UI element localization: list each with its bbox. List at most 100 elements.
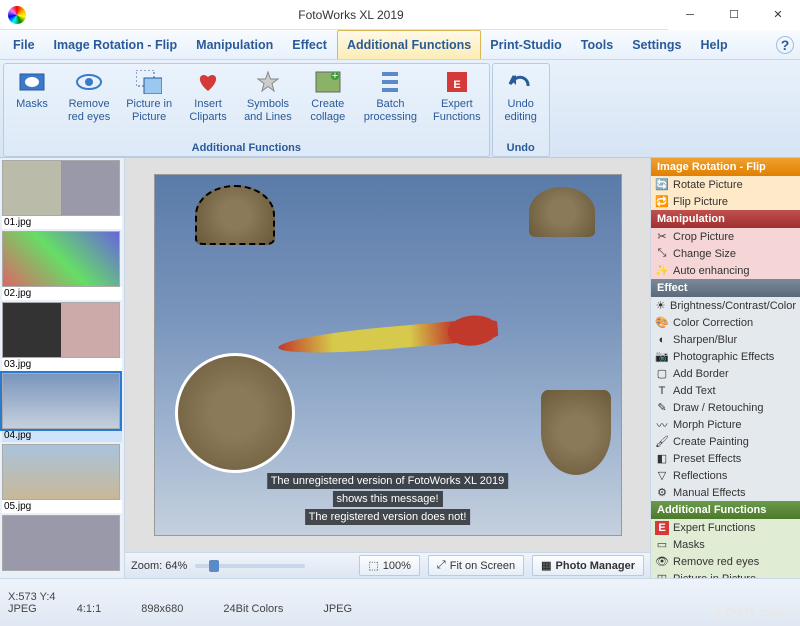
statusbar: X:573 Y:4 JPEG 4:1:1 898x680 24Bit Color… xyxy=(0,578,800,626)
status-format2: JPEG xyxy=(323,603,352,615)
undo-icon xyxy=(507,68,535,96)
star-icon xyxy=(254,68,282,96)
ribbon-group-label: Additional Functions xyxy=(4,140,489,156)
panel-item[interactable]: 〰Morph Picture xyxy=(651,416,800,433)
panel-item[interactable]: ▽Reflections xyxy=(651,467,800,484)
inserted-object[interactable] xyxy=(541,390,611,475)
minimize-button[interactable]: ─ xyxy=(668,0,712,30)
photo-manager-button[interactable]: ▦Photo Manager xyxy=(532,555,644,576)
camera-icon: 📷 xyxy=(655,350,669,364)
titlebar: FotoWorks XL 2019 ─ ☐ ✕ xyxy=(0,0,800,30)
panel-item[interactable]: ◧Preset Effects xyxy=(651,450,800,467)
picture-in-picture-button[interactable]: Picture in Picture xyxy=(118,64,180,140)
menu-help[interactable]: Help xyxy=(692,30,738,59)
status-dimensions: 898x680 xyxy=(141,603,183,615)
manual-icon: ⚙ xyxy=(655,486,669,500)
panel-item[interactable]: 👁Remove red eyes xyxy=(651,553,800,570)
help-icon[interactable]: ? xyxy=(776,36,794,54)
menu-effect[interactable]: Effect xyxy=(283,30,337,59)
pencil-icon: ✎ xyxy=(655,401,669,415)
panel-item[interactable]: ◫Picture in Picture xyxy=(651,570,800,578)
fit-icon: ⤢ xyxy=(437,559,446,572)
menu-image-rotation[interactable]: Image Rotation - Flip xyxy=(45,30,188,59)
morph-icon: 〰 xyxy=(655,418,669,432)
menu-settings[interactable]: Settings xyxy=(623,30,691,59)
status-color-depth: 24Bit Colors xyxy=(223,603,283,615)
panel-item[interactable]: ✂Crop Picture xyxy=(651,228,800,245)
function-panel: Image Rotation - Flip 🔄Rotate Picture 🔁F… xyxy=(650,158,800,578)
thumbnail-item[interactable]: 05.jpg xyxy=(2,444,122,513)
expert-functions-button[interactable]: EExpert Functions xyxy=(425,64,489,140)
masks-button[interactable]: Masks xyxy=(4,64,60,140)
text-icon: T xyxy=(655,384,669,398)
reflect-icon: ▽ xyxy=(655,469,669,483)
brush-icon: 🖌 xyxy=(655,435,669,449)
pip-icon xyxy=(135,68,163,96)
zoom-label: Zoom: 64% xyxy=(131,560,187,572)
panel-item[interactable]: ✨Auto enhancing xyxy=(651,262,800,279)
panel-item[interactable]: ▢Add Border xyxy=(651,365,800,382)
thumbnail-item[interactable] xyxy=(2,515,122,571)
sun-icon: ☀ xyxy=(655,299,666,313)
menu-additional-functions[interactable]: Additional Functions xyxy=(337,30,481,59)
ribbon-group-label: Undo xyxy=(493,140,549,156)
resize-icon: ⤡ xyxy=(655,247,669,261)
panel-item[interactable]: TAdd Text xyxy=(651,382,800,399)
eye-icon xyxy=(75,68,103,96)
menu-tools[interactable]: Tools xyxy=(572,30,623,59)
masks-icon xyxy=(18,68,46,96)
photo-preview[interactable]: The unregistered version of FotoWorks XL… xyxy=(154,174,622,536)
panel-item[interactable]: ▭Masks xyxy=(651,536,800,553)
remove-red-eyes-button[interactable]: Remove red eyes xyxy=(60,64,118,140)
expert-icon: E xyxy=(655,521,669,535)
canvas-toolbar: Zoom: 64% ⬚100% ⤢Fit on Screen ▦Photo Ma… xyxy=(125,552,650,578)
thumbnail-item[interactable]: 02.jpg xyxy=(2,231,122,300)
maximize-button[interactable]: ☐ xyxy=(712,0,756,30)
batch-processing-button[interactable]: Batch processing xyxy=(356,64,425,140)
inserted-object[interactable] xyxy=(175,353,295,473)
panel-item[interactable]: ✎Draw / Retouching xyxy=(651,399,800,416)
panel-item[interactable]: 🔄Rotate Picture xyxy=(651,176,800,193)
create-collage-button[interactable]: +Create collage xyxy=(300,64,356,140)
panel-item[interactable]: ☀Brightness/Contrast/Color xyxy=(651,297,800,314)
panel-item[interactable]: 📷Photographic Effects xyxy=(651,348,800,365)
close-button[interactable]: ✕ xyxy=(756,0,800,30)
thumbnail-item[interactable]: 01.jpg xyxy=(2,160,122,229)
undo-editing-button[interactable]: Undo editing xyxy=(493,64,549,140)
menu-print-studio[interactable]: Print-Studio xyxy=(481,30,572,59)
ribbon-group-additional-functions: Masks Remove red eyes Picture in Picture… xyxy=(3,63,490,157)
blur-icon: ◐ xyxy=(655,333,669,347)
panel-item[interactable]: EExpert Functions xyxy=(651,519,800,536)
zoom-slider[interactable] xyxy=(195,564,305,568)
canvas[interactable]: The unregistered version of FotoWorks XL… xyxy=(125,158,650,552)
work-area: 01.jpg 02.jpg 03.jpg 04.jpg 05.jpg The u… xyxy=(0,158,800,578)
panel-item[interactable]: ⚙Manual Effects xyxy=(651,484,800,501)
expert-icon: E xyxy=(443,68,471,96)
panel-item[interactable]: 🎨Color Correction xyxy=(651,314,800,331)
thumbnail-panel[interactable]: 01.jpg 02.jpg 03.jpg 04.jpg 05.jpg xyxy=(0,158,125,578)
inserted-object[interactable] xyxy=(195,185,275,245)
wand-icon: ✨ xyxy=(655,264,669,278)
inserted-object[interactable] xyxy=(529,187,595,237)
panel-item[interactable]: 🖌Create Painting xyxy=(651,433,800,450)
insert-cliparts-button[interactable]: Insert Cliparts xyxy=(180,64,236,140)
site-watermark: LO4D.com xyxy=(716,604,790,620)
ribbon-group-undo: Undo editing Undo xyxy=(492,63,550,157)
rotate-icon: 🔄 xyxy=(655,178,669,192)
panel-item[interactable]: 🔁Flip Picture xyxy=(651,193,800,210)
panel-header-additional: Additional Functions xyxy=(651,501,800,519)
thumbnail-item[interactable]: 03.jpg xyxy=(2,302,122,371)
photo-subject xyxy=(275,298,499,377)
unregistered-watermark: The unregistered version of FotoWorks XL… xyxy=(267,473,509,489)
panel-item[interactable]: ⤡Change Size xyxy=(651,245,800,262)
menubar: File Image Rotation - Flip Manipulation … xyxy=(0,30,800,60)
eye-icon: 👁 xyxy=(655,555,669,569)
ribbon: Masks Remove red eyes Picture in Picture… xyxy=(0,60,800,158)
symbols-lines-button[interactable]: Symbols and Lines xyxy=(236,64,300,140)
zoom-100-button[interactable]: ⬚100% xyxy=(359,555,420,576)
menu-file[interactable]: File xyxy=(4,30,45,59)
thumbnail-item-selected[interactable]: 04.jpg xyxy=(2,373,122,442)
panel-item[interactable]: ◐Sharpen/Blur xyxy=(651,331,800,348)
fit-on-screen-button[interactable]: ⤢Fit on Screen xyxy=(428,555,524,576)
menu-manipulation[interactable]: Manipulation xyxy=(187,30,283,59)
